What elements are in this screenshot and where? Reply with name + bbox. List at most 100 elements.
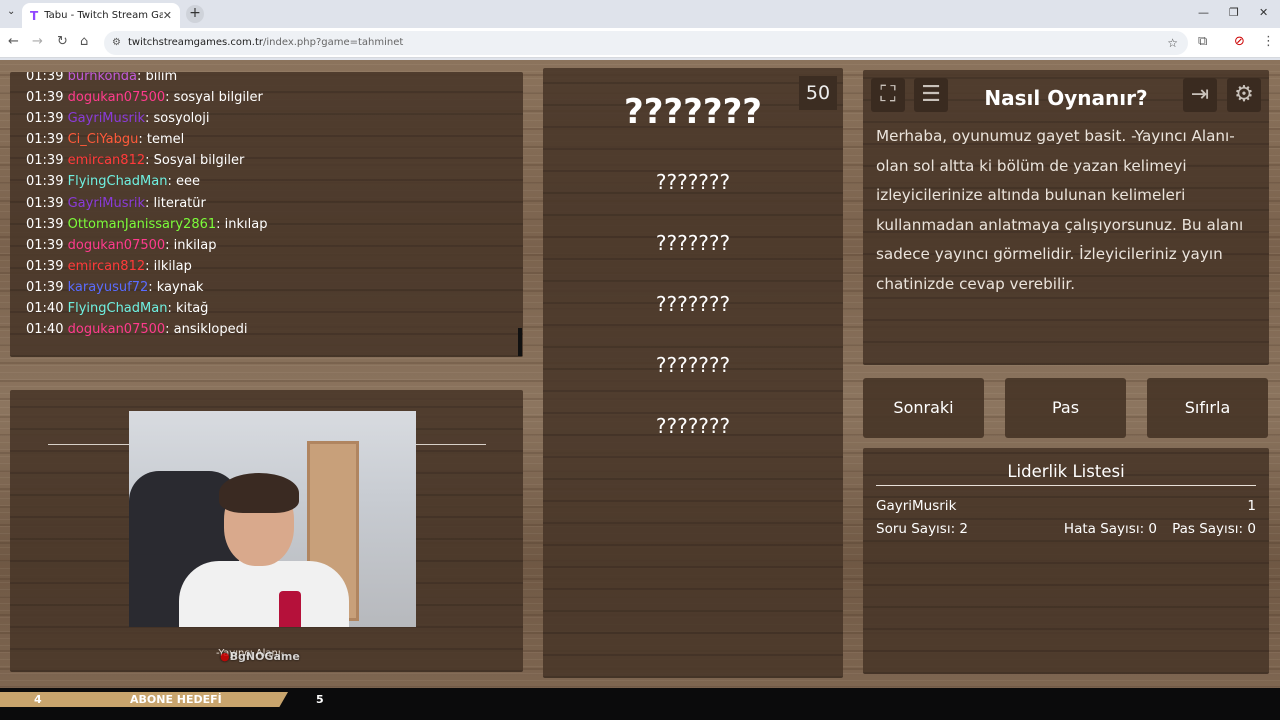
chat-time: 01:39 — [26, 237, 64, 253]
webcam-video — [129, 411, 416, 627]
chat-time: 01:39 — [26, 258, 64, 274]
chat-username[interactable]: dogukan07500 — [68, 322, 166, 337]
chat-username[interactable]: Ci_CiYabgu — [68, 132, 139, 147]
minimize-icon[interactable]: — — [1198, 6, 1209, 19]
pass-count: Pas Sayısı: 0 — [1172, 521, 1256, 537]
back-icon[interactable]: ← — [8, 34, 19, 49]
divider — [876, 485, 1256, 486]
chat-text: : inkilap — [165, 237, 217, 253]
next-button[interactable]: Sonraki — [863, 378, 984, 438]
chat-username[interactable]: OttomanJanissary2861 — [68, 217, 217, 232]
chat-time: 01:39 — [26, 132, 64, 148]
profile-avatar-icon[interactable]: ⊘ — [1234, 34, 1245, 49]
chat-username[interactable]: emircan812 — [68, 153, 146, 168]
chat-message: 01:39 OttomanJanissary2861: inkılap — [26, 214, 523, 235]
chat-username[interactable]: dogukan07500 — [68, 90, 166, 105]
chat-message: 01:39 dogukan07500: inkilap — [26, 235, 523, 256]
tab-title: Tabu - Twitch Stream Games — [44, 10, 163, 21]
chat-message: 01:39 emircan812: Sosyal bilgiler — [26, 150, 523, 171]
url-host: twitchstreamgames.com.tr — [128, 37, 264, 48]
chat-message: 01:39 GayriMusrik: literatür — [26, 193, 523, 214]
browser-toolbar: ← → ↻ ⌂ ⚙ twitchstreamgames.com.tr/index… — [0, 28, 1280, 58]
chat-time: 01:39 — [26, 195, 64, 211]
bookmark-star-icon[interactable]: ☆ — [1167, 31, 1178, 55]
home-icon[interactable]: ⌂ — [80, 34, 88, 49]
close-window-icon[interactable]: ✕ — [1259, 6, 1268, 19]
chat-username[interactable]: FlyingChadMan — [68, 174, 168, 189]
chat-username[interactable]: GayriMusrik — [68, 111, 145, 126]
chat-text: : bilim — [136, 72, 178, 84]
chat-text: : kitağ — [167, 301, 209, 317]
goal-current: 4 — [34, 693, 42, 706]
tab-search-icon[interactable]: ⌄ — [7, 6, 15, 17]
chat-username[interactable]: dogukan07500 — [68, 238, 166, 253]
logo-mark-icon: ● — [220, 650, 230, 663]
player-score: 1 — [1247, 498, 1256, 514]
chat-message: 01:39 FlyingChadMan: eee — [26, 171, 523, 192]
chat-message: 01:39 dogukan07500: sosyal bilgiler — [26, 87, 523, 108]
reload-icon[interactable]: ↻ — [57, 34, 68, 49]
new-tab-button[interactable]: + — [186, 5, 204, 23]
chat-panel: 01:39 burhkonda: bilim 01:39 dogukan07500… — [10, 72, 523, 357]
taboo-word: ??????? — [655, 353, 731, 377]
chat-text: : Sosyal bilgiler — [145, 153, 245, 169]
tab-strip: ⌄ T Tabu - Twitch Stream Games ✕ + — ❐ ✕ — [0, 0, 1280, 28]
stats-row: Soru Sayısı: 2 Hata Sayısı: 0 Pas Sayısı… — [876, 521, 1256, 537]
player-name: GayriMusrik — [876, 498, 957, 514]
chat-text: : literatür — [145, 195, 206, 211]
error-count: Hata Sayısı: 0 — [1063, 521, 1157, 537]
forward-icon[interactable]: → — [32, 34, 43, 49]
browser-tab[interactable]: T Tabu - Twitch Stream Games ✕ — [22, 3, 180, 28]
chat-time: 01:40 — [26, 301, 64, 317]
chat-scrollbar[interactable] — [518, 328, 522, 356]
leaderboard-panel: Liderlik Listesi GayriMusrik 1 Soru Sayı… — [863, 448, 1269, 674]
chat-username[interactable]: GayriMusrik — [68, 196, 145, 211]
chat-text: : eee — [167, 174, 200, 190]
channel-logo: ●BgNOGame — [220, 650, 300, 663]
chat-text: : temel — [138, 132, 185, 148]
webcam-body — [179, 561, 349, 627]
twitch-favicon-icon: T — [30, 8, 39, 23]
browser-chrome: ⌄ T Tabu - Twitch Stream Games ✕ + — ❐ ✕… — [0, 0, 1280, 60]
chat-text: : sosyoloji — [145, 111, 210, 127]
chat-time: 01:39 — [26, 72, 64, 84]
chat-text: : inkılap — [216, 216, 268, 232]
chat-time: 01:39 — [26, 90, 64, 106]
extensions-icon[interactable]: ⧉ — [1198, 34, 1207, 49]
chat-text: : ilkilap — [145, 258, 192, 274]
taboo-word: ??????? — [655, 170, 731, 194]
logo-text: BgNOGame — [229, 650, 300, 663]
chat-username[interactable]: karayusuf72 — [68, 280, 149, 295]
site-info-icon[interactable]: ⚙ — [112, 31, 121, 55]
chat-text: : sosyal bilgiler — [165, 90, 263, 106]
word-card-panel: 50 ??????? ??????? ??????? ??????? ?????… — [543, 68, 843, 678]
maximize-icon[interactable]: ❐ — [1229, 6, 1239, 19]
chat-message: 01:39 burhkonda: bilim — [26, 72, 523, 87]
chat-time: 01:39 — [26, 174, 64, 190]
chat-time: 01:39 — [26, 111, 64, 127]
taboo-word: ??????? — [655, 292, 731, 316]
game-page: 01:39 burhkonda: bilim 01:39 dogukan07500… — [0, 60, 1280, 688]
chat-username[interactable]: burhkonda — [68, 72, 137, 84]
chat-message: 01:39 karayusuf72: kaynak — [26, 277, 523, 298]
chat-message: 01:39 Ci_CiYabgu: temel — [26, 129, 523, 150]
leaderboard-title: Liderlik Listesi — [1007, 462, 1125, 481]
settings-gear-icon[interactable]: ⚙ — [1227, 78, 1261, 112]
address-bar[interactable]: ⚙ twitchstreamgames.com.tr/index.php?gam… — [104, 31, 1188, 55]
main-word: ??????? — [623, 92, 763, 132]
chat-username[interactable]: emircan812 — [68, 259, 146, 274]
chat-message: 01:39 emircan812: ilkilap — [26, 256, 523, 277]
close-tab-icon[interactable]: ✕ — [163, 9, 172, 22]
browser-menu-icon[interactable]: ⋮ — [1262, 34, 1275, 49]
reset-button[interactable]: Sıfırla — [1147, 378, 1268, 438]
logout-icon[interactable]: ⇥ — [1183, 78, 1217, 112]
chat-time: 01:40 — [26, 322, 64, 338]
taboo-word: ??????? — [655, 231, 731, 255]
chat-username[interactable]: FlyingChadMan — [68, 301, 168, 316]
pass-button[interactable]: Pas — [1005, 378, 1126, 438]
chat-message: 01:40 dogukan07500: ansiklopedi — [26, 319, 523, 340]
chat-message: 01:40 FlyingChadMan: kitağ — [26, 298, 523, 319]
question-count: Soru Sayısı: 2 — [876, 521, 969, 537]
goal-target: 5 — [316, 693, 324, 706]
webcam-mic — [279, 591, 301, 627]
